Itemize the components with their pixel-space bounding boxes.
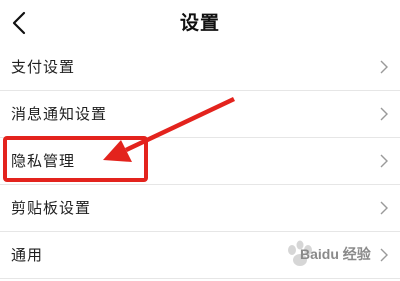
watermark-text: Baidu 经验 (300, 246, 371, 262)
